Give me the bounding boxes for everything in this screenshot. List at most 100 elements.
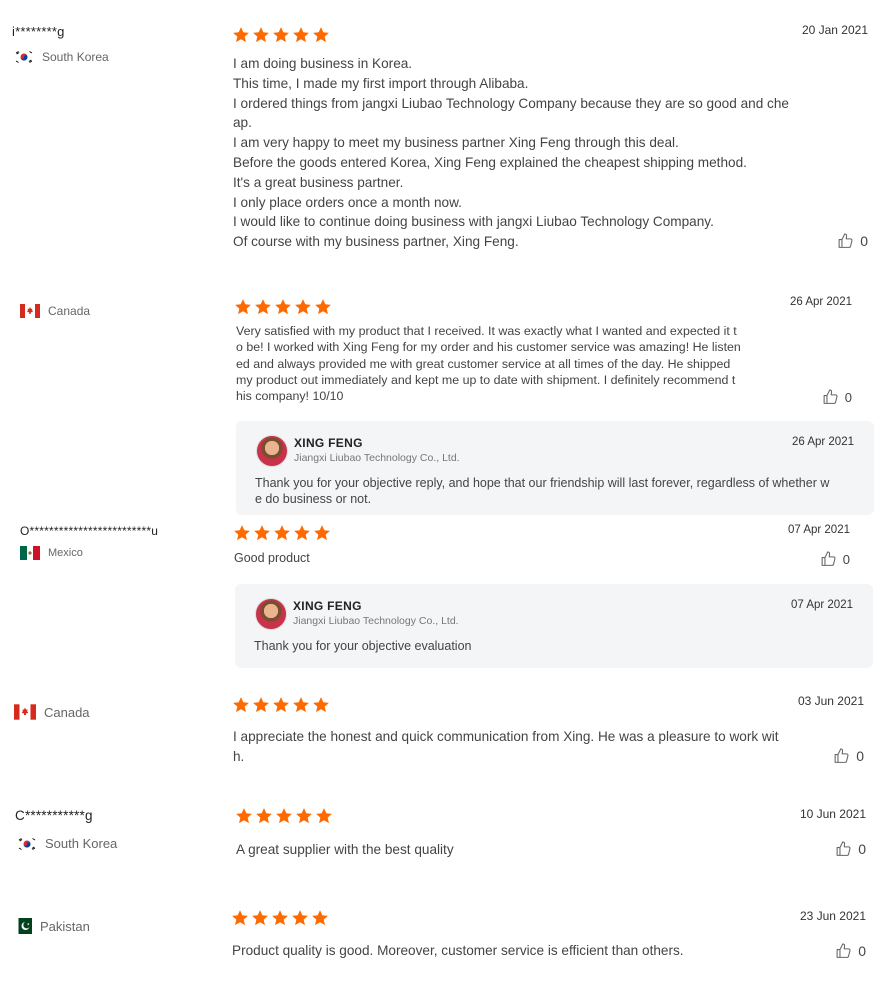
- thumbs-up-icon: [823, 389, 838, 404]
- country-name: Mexico: [48, 547, 83, 559]
- reply-date: 26 Apr 2021: [791, 436, 854, 448]
- thumbs-up-icon: [821, 551, 836, 566]
- star-icon: [275, 299, 291, 315]
- reviewer-country: Canada: [20, 304, 90, 318]
- review-date: 26 Apr 2021: [789, 296, 852, 308]
- star-icon: [253, 697, 269, 713]
- thumbs-up-icon: [836, 841, 851, 856]
- star-icon: [273, 27, 289, 43]
- star-icon: [312, 910, 328, 926]
- star-icon: [314, 525, 330, 541]
- star-icon: [313, 697, 329, 713]
- review-item: Canada 03 Jun 2021 I appreciate the hone…: [0, 690, 890, 790]
- star-icon: [272, 910, 288, 926]
- review-date: 20 Jan 2021: [801, 23, 868, 37]
- review-text: A great supplier with the best quality: [236, 842, 454, 857]
- star-icon: [295, 299, 311, 315]
- like-count: 0: [860, 233, 868, 249]
- star-icon: [294, 525, 310, 541]
- country-name: South Korea: [45, 836, 118, 851]
- reply-date: 07 Apr 2021: [790, 599, 853, 611]
- thumbs-up-icon: [836, 943, 851, 958]
- like-count: 0: [856, 748, 864, 764]
- reply-company-name: Jiangxi Liubao Technology Co., Ltd.: [294, 452, 460, 464]
- star-icon: [274, 525, 290, 541]
- review-text: Good product: [234, 551, 310, 565]
- reply-author-name: XING FENG: [293, 599, 362, 613]
- star-icon: [233, 27, 249, 43]
- like-count: 0: [858, 841, 866, 857]
- review-date: 10 Jun 2021: [799, 807, 866, 821]
- reviewer-country: Mexico: [20, 546, 83, 560]
- star-icon: [293, 27, 309, 43]
- star-icon: [255, 299, 271, 315]
- star-icon: [233, 697, 249, 713]
- avatar: [255, 598, 287, 630]
- reviewer-name: C***********g: [15, 808, 93, 823]
- like-count: 0: [844, 389, 852, 405]
- south-korea-flag-icon: [17, 836, 37, 851]
- star-icon: [296, 808, 312, 824]
- review-item: C***********g South Korea 10 Jun 2021 A …: [0, 800, 890, 890]
- south-korea-flag-icon: [14, 50, 34, 64]
- review-text: Very satisfied with my product that I re…: [236, 324, 741, 404]
- country-name: Canada: [44, 704, 90, 720]
- rating-stars: [234, 298, 332, 316]
- star-icon: [254, 525, 270, 541]
- rating-stars: [233, 524, 331, 542]
- reply-text: Thank you for your objective reply, and …: [255, 476, 830, 506]
- like-button[interactable]: 0: [833, 747, 864, 765]
- review-date: 23 Jun 2021: [799, 909, 866, 923]
- star-icon: [236, 808, 252, 824]
- like-count: 0: [858, 943, 866, 959]
- star-icon: [292, 910, 308, 926]
- reviewer-country: Canada: [14, 704, 90, 720]
- review-item: i********g South Korea 20 Jan 2021 I am …: [0, 0, 890, 270]
- avatar: [256, 435, 288, 467]
- like-button[interactable]: 0: [837, 232, 868, 250]
- thumbs-up-icon: [834, 748, 849, 763]
- reviewer-name: i********g: [12, 24, 65, 39]
- review-text: I appreciate the honest and quick commun…: [233, 729, 779, 764]
- reply-company-name: Jiangxi Liubao Technology Co., Ltd.: [293, 615, 459, 627]
- rating-stars: [232, 696, 330, 714]
- mexico-flag-icon: [20, 546, 40, 560]
- country-name: Canada: [48, 304, 91, 318]
- review-date: 07 Apr 2021: [787, 524, 850, 536]
- canada-flag-icon: [20, 304, 40, 318]
- review-text: I am doing business in Korea. This time,…: [233, 56, 789, 250]
- star-icon: [293, 697, 309, 713]
- supplier-reply: XING FENG Jiangxi Liubao Technology Co.,…: [235, 584, 873, 668]
- star-icon: [316, 808, 332, 824]
- supplier-reply: XING FENG Jiangxi Liubao Technology Co.,…: [236, 421, 874, 515]
- star-icon: [232, 910, 248, 926]
- like-count: 0: [842, 551, 850, 567]
- reply-text: Thank you for your objective evaluation: [254, 639, 472, 653]
- like-button[interactable]: 0: [835, 840, 866, 858]
- country-name: South Korea: [42, 50, 109, 64]
- review-text: Product quality is good. Moreover, custo…: [232, 943, 684, 958]
- star-icon: [315, 299, 331, 315]
- rating-stars: [231, 909, 329, 927]
- review-item: Canada 26 Apr 2021 Very satisfied with m…: [0, 290, 890, 515]
- star-icon: [235, 299, 251, 315]
- canada-flag-icon: [14, 704, 36, 720]
- like-button[interactable]: 0: [820, 550, 850, 568]
- star-icon: [252, 910, 268, 926]
- star-icon: [256, 808, 272, 824]
- reviewer-country: South Korea: [14, 50, 109, 64]
- rating-stars: [235, 807, 333, 825]
- reviewer-country: South Korea: [17, 836, 117, 851]
- reviewer-name: O*************************u: [20, 524, 159, 538]
- rating-stars: [232, 26, 330, 44]
- review-date: 03 Jun 2021: [797, 694, 864, 708]
- star-icon: [313, 27, 329, 43]
- like-button[interactable]: 0: [822, 388, 852, 406]
- review-item: O*************************u Mexico 07 Ap…: [0, 520, 890, 670]
- pakistan-flag-icon: [14, 918, 32, 934]
- like-button[interactable]: 0: [835, 942, 866, 960]
- star-icon: [234, 525, 250, 541]
- reviewer-country: Pakistan: [14, 918, 90, 934]
- star-icon: [273, 697, 289, 713]
- reply-author-name: XING FENG: [294, 436, 363, 450]
